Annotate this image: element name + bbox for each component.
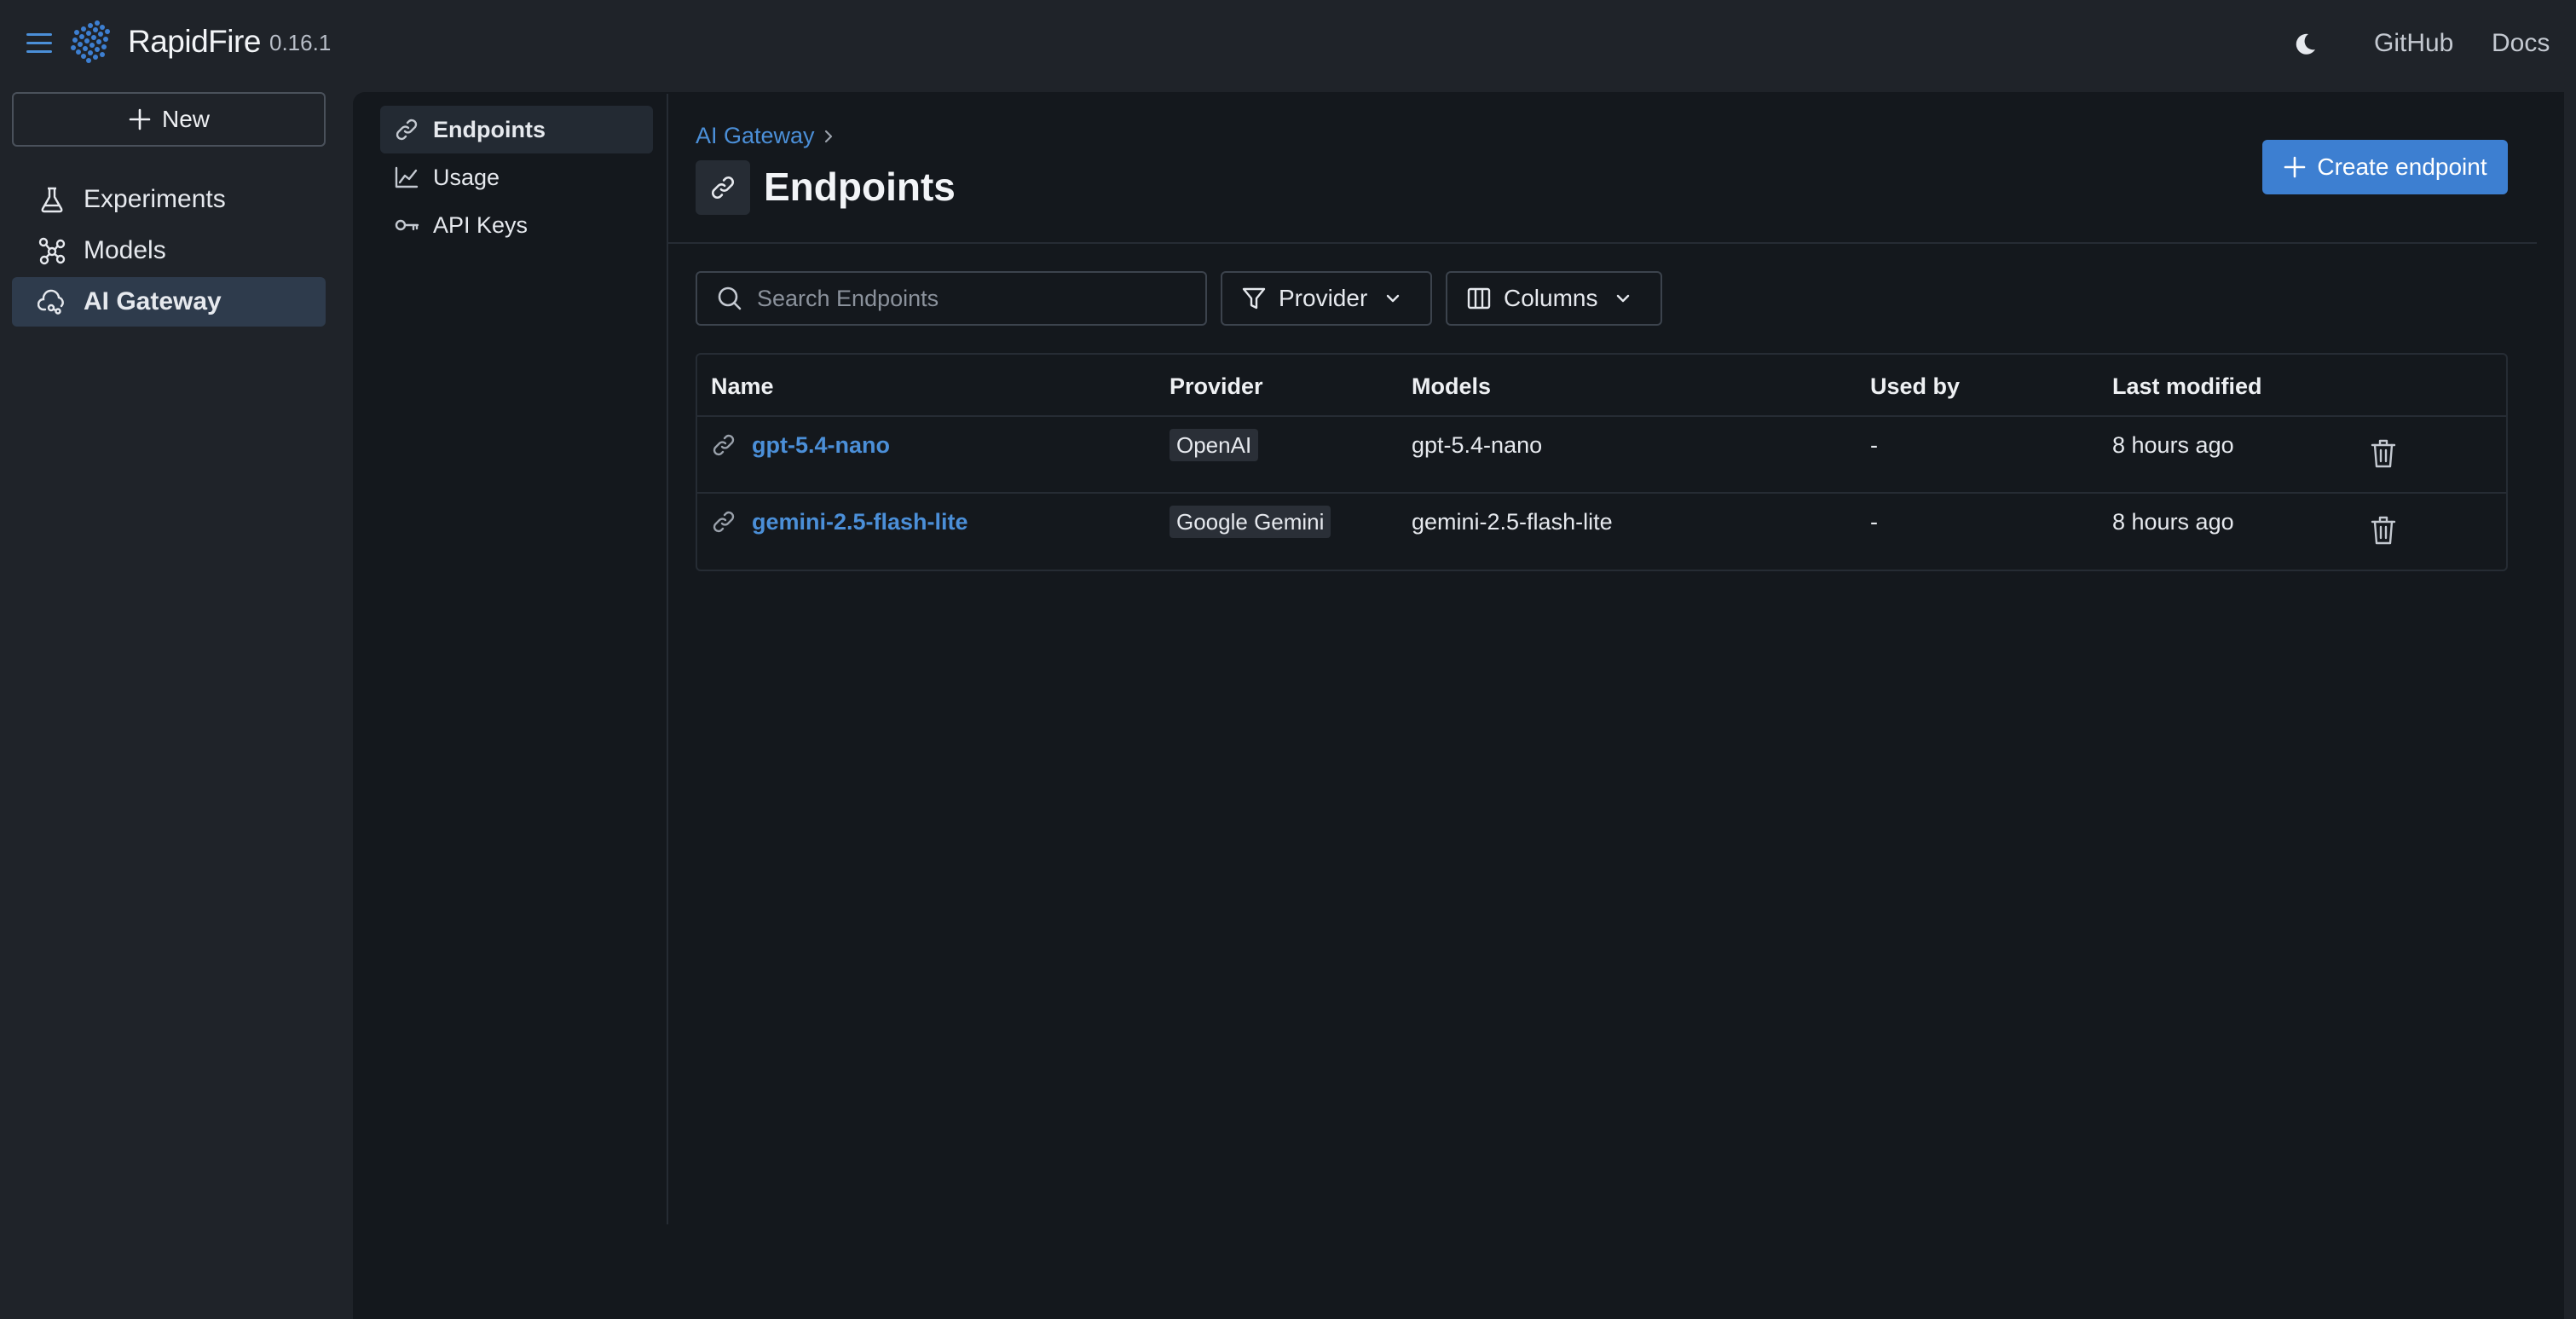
provider-badge: OpenAI: [1170, 429, 1259, 461]
sidebar-item-models[interactable]: Models: [12, 226, 326, 275]
provider-badge: Google Gemini: [1170, 506, 1331, 538]
models-icon: [38, 236, 66, 265]
subnav-divider: [667, 94, 668, 1224]
subnav-item-api-keys[interactable]: API Keys: [380, 201, 653, 249]
row-divider: [697, 492, 2506, 494]
row-link-icon: [711, 432, 736, 458]
chevron-down-icon: [1614, 290, 1632, 307]
app-version: 0.16.1: [269, 30, 332, 55]
column-header-models[interactable]: Models: [1412, 373, 1491, 400]
column-header-name[interactable]: Name: [711, 373, 774, 400]
last-modified-cell: 8 hours ago: [2112, 432, 2234, 458]
provider-filter-dropdown[interactable]: Provider: [1221, 271, 1432, 326]
new-button[interactable]: New: [12, 92, 326, 147]
docs-link[interactable]: Docs: [2492, 29, 2550, 58]
top-bar: RapidFire 0.16.1 GitHub Docs: [0, 0, 2576, 89]
subnav-item-label: Endpoints: [433, 116, 546, 142]
plus-icon: [128, 107, 152, 131]
key-icon: [394, 212, 419, 238]
create-endpoint-button[interactable]: Create endpoint: [2262, 140, 2508, 194]
app-name: RapidFire: [128, 24, 261, 59]
page-title: Endpoints: [764, 165, 956, 209]
provider-filter-label: Provider: [1279, 285, 1368, 311]
endpoints-title-link-icon: [696, 160, 750, 215]
subnav-item-endpoints[interactable]: Endpoints: [380, 106, 653, 153]
chevron-right-icon: [820, 128, 837, 145]
subnav-item-usage[interactable]: Usage: [380, 153, 653, 201]
models-cell: gpt-5.4-nano: [1412, 432, 1543, 458]
cloud-gateway-icon: [38, 287, 66, 316]
sidebar-item-label: Models: [84, 236, 166, 264]
endpoint-name-link[interactable]: gemini-2.5-flash-lite: [752, 509, 968, 535]
trash-icon[interactable]: [2371, 438, 2396, 469]
row-link-icon: [711, 509, 736, 535]
endpoint-name-link[interactable]: gpt-5.4-nano: [752, 432, 890, 459]
subnav-item-label: Usage: [433, 164, 500, 190]
header-divider: [668, 242, 2537, 244]
subnav-item-label: API Keys: [433, 211, 528, 238]
column-header-used-by[interactable]: Used by: [1870, 373, 1960, 400]
rapidfire-logo-icon: [66, 19, 114, 67]
models-cell: gemini-2.5-flash-lite: [1412, 509, 1613, 535]
new-button-label: New: [161, 106, 210, 132]
column-header-provider[interactable]: Provider: [1170, 373, 1263, 400]
used-by-cell: -: [1870, 432, 1878, 458]
hamburger-menu-icon[interactable]: [24, 29, 55, 58]
sidebar-item-label: AI Gateway: [84, 287, 222, 315]
trash-icon[interactable]: [2371, 515, 2396, 546]
flask-icon: [38, 185, 66, 214]
search-box: [696, 271, 1207, 326]
search-icon: [716, 285, 743, 312]
columns-dropdown[interactable]: Columns: [1446, 271, 1662, 326]
filter-icon: [1241, 286, 1267, 311]
sidebar-item-experiments[interactable]: Experiments: [12, 175, 326, 224]
columns-dropdown-label: Columns: [1504, 285, 1598, 311]
last-modified-cell: 8 hours ago: [2112, 509, 2234, 535]
row-divider: [697, 415, 2506, 417]
chart-icon: [394, 165, 419, 190]
columns-icon: [1466, 286, 1492, 311]
chevron-down-icon: [1384, 290, 1401, 307]
moon-icon[interactable]: [2291, 31, 2319, 58]
plus-icon: [2283, 155, 2307, 179]
sidebar-item-ai-gateway[interactable]: AI Gateway: [12, 277, 326, 327]
breadcrumb-ai-gateway[interactable]: AI Gateway: [696, 123, 815, 149]
github-link[interactable]: GitHub: [2374, 29, 2453, 58]
search-input[interactable]: [757, 285, 1200, 312]
sidebar-item-label: Experiments: [84, 185, 226, 213]
used-by-cell: -: [1870, 509, 1878, 535]
create-endpoint-label: Create endpoint: [2317, 153, 2487, 180]
link-icon: [394, 117, 419, 142]
column-header-last-modified[interactable]: Last modified: [2112, 373, 2262, 400]
